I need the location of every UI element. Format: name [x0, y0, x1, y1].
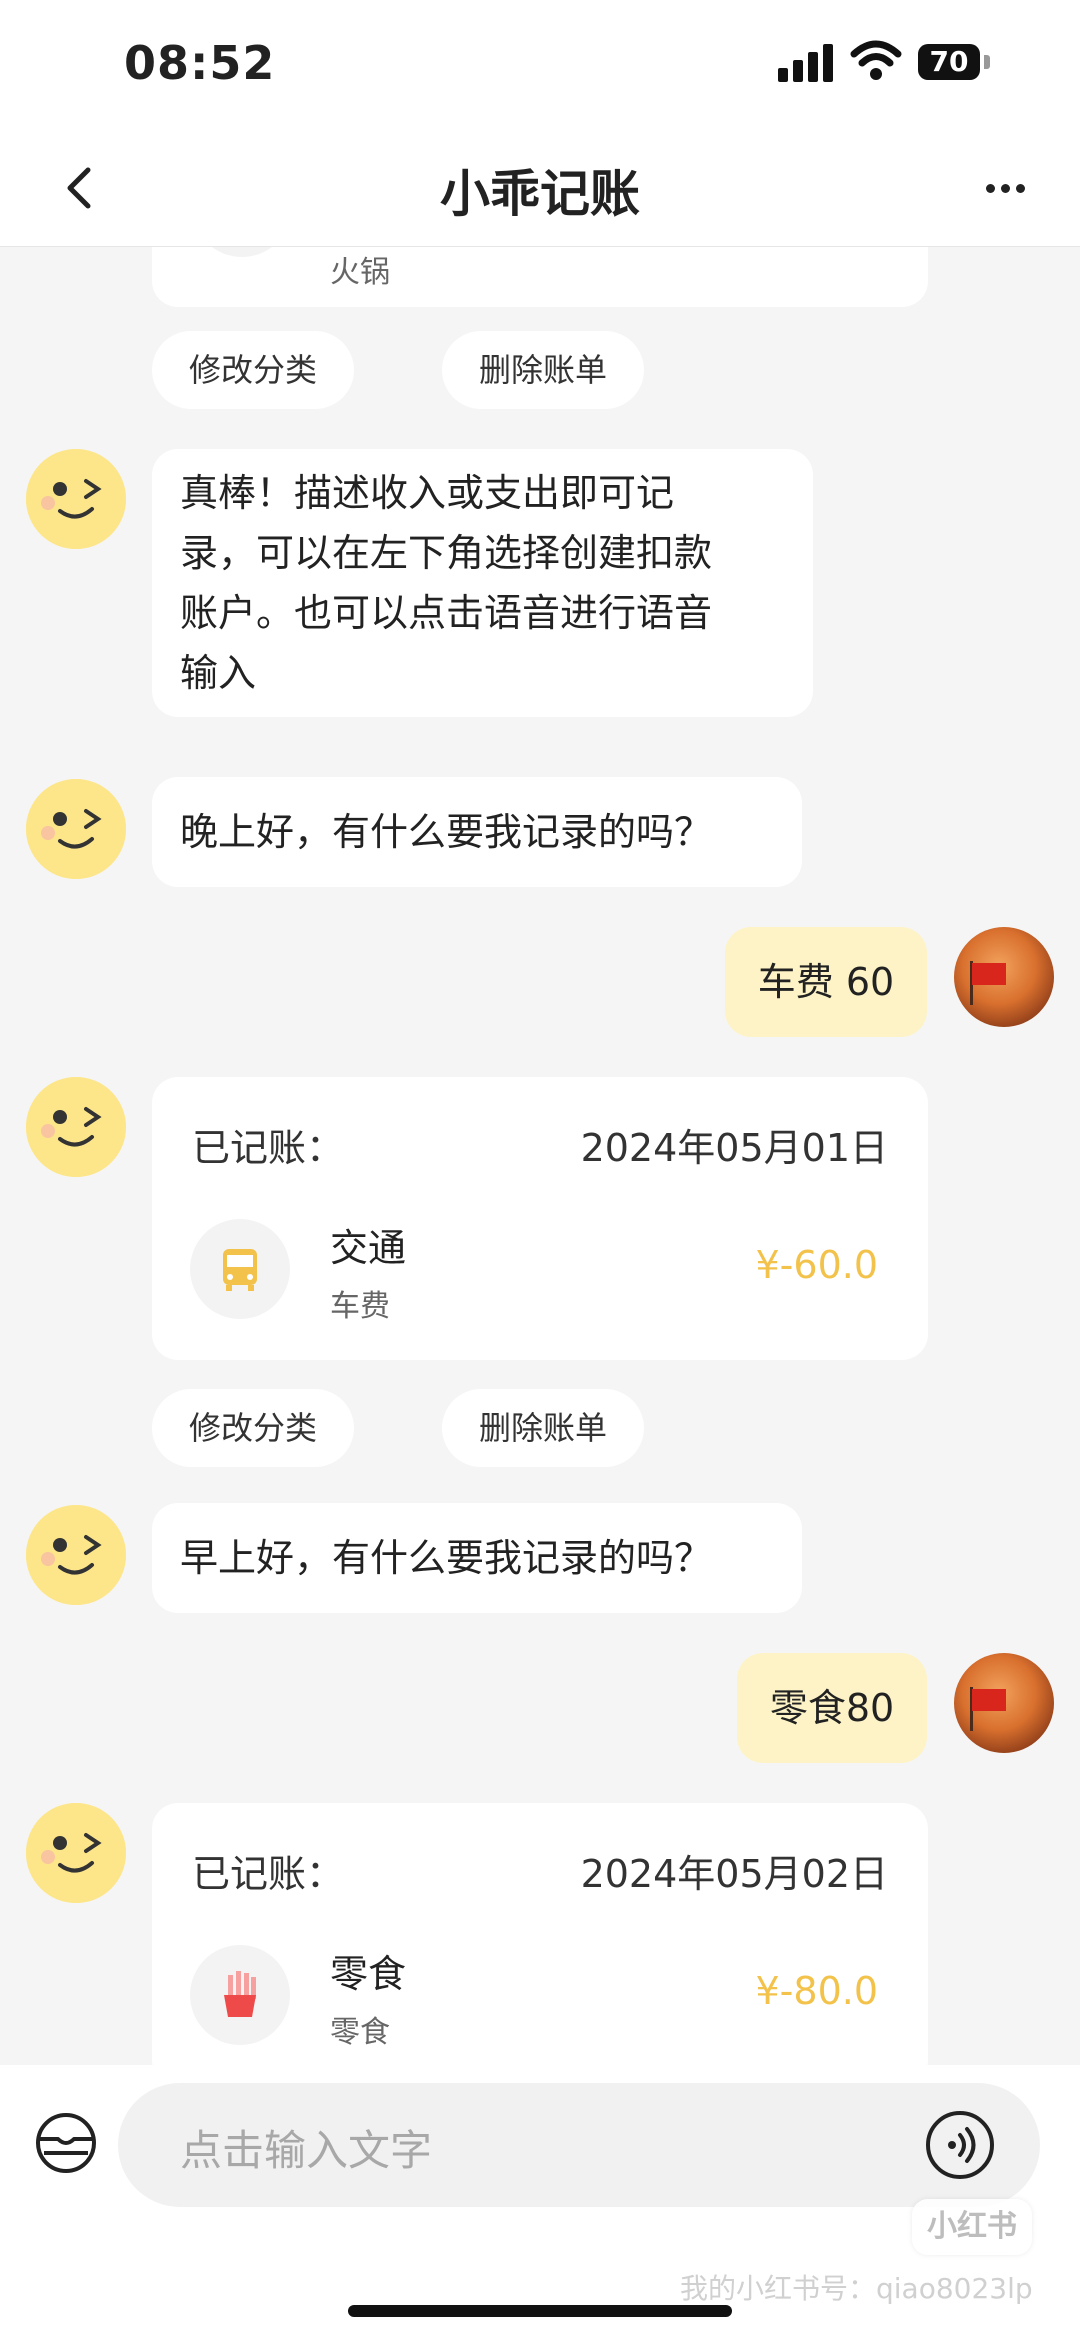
record-category: 零食 — [330, 1952, 407, 1996]
wink-face-icon — [26, 1077, 126, 1177]
battery-icon: 70 — [918, 44, 980, 80]
record-card-previous: 火锅 — [152, 247, 928, 307]
wallet-icon[interactable] — [34, 2111, 98, 2175]
record-amount: ¥-60.0 — [755, 1243, 879, 1287]
record-card: 已记账： 2024年05月02日 零食 零食 ¥-80.0 — [152, 1803, 928, 2065]
chat-list[interactable]: 火锅 修改分类 删除账单 真棒！描述收入或支出即可记 录，可以在左下角选择创建扣… — [0, 247, 1080, 2065]
record-amount: ¥-80.0 — [755, 1969, 879, 2013]
bot-intro-line: 真棒！描述收入或支出即可记 — [180, 471, 675, 515]
bot-intro-line: 录，可以在左下角选择创建扣款 — [180, 531, 713, 575]
watermark-text: 我的小红书号：qiao8023lp — [680, 2272, 1033, 2305]
delete-bill-button[interactable]: 删除账单 — [442, 1389, 644, 1467]
bot-avatar — [26, 449, 126, 549]
wink-face-icon — [26, 1505, 126, 1605]
bot-intro-line: 账户。也可以点击语音进行语音 — [180, 591, 713, 635]
page-title: 小乖记账 — [440, 165, 640, 223]
category-icon — [192, 247, 292, 257]
user-avatar — [954, 1653, 1054, 1753]
edit-category-button[interactable]: 修改分类 — [152, 331, 354, 409]
flag-icon — [972, 1689, 1006, 1711]
voice-icon[interactable] — [924, 2109, 996, 2181]
bot-message-greeting: 早上好，有什么要我记录的吗？ — [152, 1503, 802, 1613]
input-bar: 点击输入文字 小红书 我的小红书号：qiao8023lp — [0, 2065, 1080, 2337]
category-icon-wrap — [190, 1219, 290, 1319]
signal-icon — [778, 42, 834, 82]
battery-cap — [984, 55, 990, 69]
record-subcategory: 车费 — [330, 1289, 390, 1324]
wifi-icon — [850, 40, 902, 80]
bot-avatar — [26, 1505, 126, 1605]
record-title: 已记账： — [192, 1126, 345, 1170]
user-message: 零食80 — [737, 1653, 927, 1763]
edit-category-button[interactable]: 修改分类 — [152, 1389, 354, 1467]
nav-bar: 小乖记账 — [0, 130, 1080, 247]
bot-message-intro: 真棒！描述收入或支出即可记 录，可以在左下角选择创建扣款 账户。也可以点击语音进… — [152, 449, 813, 717]
wink-face-icon — [26, 779, 126, 879]
status-bar: 08:52 70 — [0, 0, 1080, 130]
input-placeholder: 点击输入文字 — [180, 2126, 433, 2175]
record-card: 已记账： 2024年05月01日 交通 车费 ¥-60.0 — [152, 1077, 928, 1360]
watermark-badge: 小红书 — [912, 2199, 1032, 2255]
more-menu-icon[interactable] — [980, 170, 1030, 210]
text-input[interactable]: 点击输入文字 — [118, 2083, 1040, 2207]
wink-face-icon — [26, 1803, 126, 1903]
user-avatar — [954, 927, 1054, 1027]
record-category: 交通 — [330, 1226, 407, 1270]
record-date: 2024年05月01日 — [580, 1126, 888, 1170]
bot-avatar — [26, 779, 126, 879]
record-subcategory: 火锅 — [330, 255, 390, 290]
wink-face-icon — [26, 449, 126, 549]
delete-bill-button[interactable]: 删除账单 — [442, 331, 644, 409]
home-indicator[interactable] — [348, 2305, 732, 2317]
flag-icon — [972, 963, 1006, 985]
record-date: 2024年05月02日 — [580, 1852, 888, 1896]
fries-icon — [224, 1971, 256, 2017]
bot-message-greeting: 晚上好，有什么要我记录的吗？ — [152, 777, 802, 887]
bot-avatar — [26, 1077, 126, 1177]
record-subcategory: 零食 — [330, 2015, 390, 2050]
bot-avatar — [26, 1803, 126, 1903]
record-title: 已记账： — [192, 1852, 345, 1896]
bot-intro-line: 输入 — [180, 651, 257, 695]
user-message: 车费 60 — [725, 927, 927, 1037]
category-icon-wrap — [190, 1945, 290, 2045]
status-time: 08:52 — [124, 36, 276, 90]
bus-icon — [223, 1249, 257, 1291]
